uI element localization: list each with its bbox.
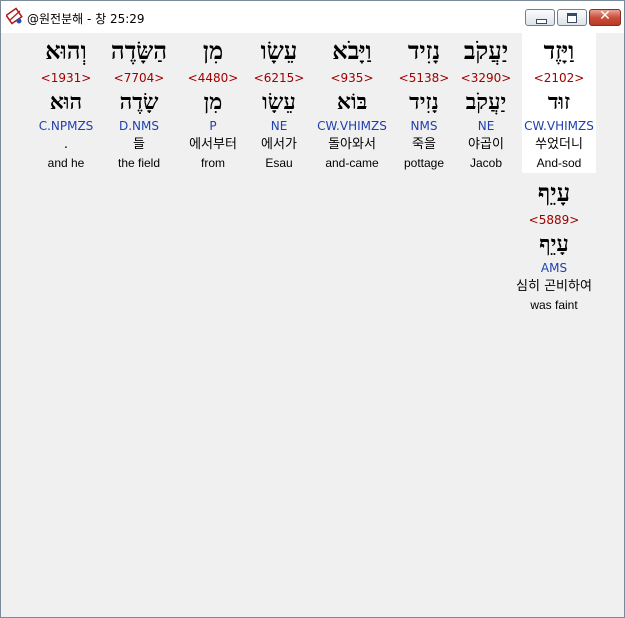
close-button[interactable]: ✕ (589, 8, 621, 26)
english-gloss: the field (117, 156, 161, 170)
strong-number[interactable]: <5889> (502, 211, 606, 229)
hebrew-lemma: בּוֹא (336, 89, 368, 115)
parsing-code: D.NMS (118, 119, 159, 133)
word-column[interactable]: נָזִיד <5138> נָזִיד NMS 죽을 pottage (387, 33, 461, 171)
window-title: @원전분해 - 창 25:29 (27, 12, 145, 26)
parsing-code: P (209, 119, 217, 133)
strong-number[interactable]: <935> (310, 69, 394, 87)
english-gloss: pottage (403, 156, 445, 170)
bible-app-icon (6, 7, 23, 25)
korean-gloss: 돌아와서 (328, 137, 376, 152)
hebrew-lemma: עֵשָׂו (262, 89, 296, 115)
minimize-button[interactable] (525, 9, 555, 26)
parsing-code: CW.VHIMZS (524, 119, 594, 133)
maximize-button[interactable] (557, 9, 587, 26)
korean-gloss: 에서가 (261, 137, 297, 152)
hebrew-lemma: שָׂדֶה (119, 89, 159, 115)
english-gloss: Esau (265, 156, 293, 170)
hebrew-lemma: מִן (203, 89, 223, 115)
parsing-code: NE (270, 119, 288, 133)
app-window: @원전분해 - 창 25:29 ✕ וַיָּזֶד <2102> זוּד C… (0, 0, 625, 618)
english-gloss: And-sod (536, 156, 582, 170)
hebrew-word: וַיָּבֹא (332, 36, 372, 65)
korean-gloss: 에서부터 (189, 137, 237, 152)
parsing-code: NMS (410, 119, 438, 133)
strong-number[interactable]: <4480> (175, 69, 251, 87)
title-bar[interactable]: @원전분해 - 창 25:29 ✕ (1, 1, 624, 33)
interlinear-pane: וַיָּזֶד <2102> זוּד CW.VHIMZS 쑤었더니 And-… (6, 33, 621, 611)
word-column[interactable]: מִן <4480> מִן P 에서부터 from (175, 33, 251, 171)
strong-number[interactable]: <1931> (30, 69, 102, 87)
word-column[interactable]: וְהוּא <1931> הוּא C.NPMZS . and he (30, 33, 102, 171)
hebrew-word: וַיָּזֶד (543, 36, 575, 65)
word-column[interactable]: עֵשָׂו <6215> עֵשָׂו NE 에서가 Esau (242, 33, 316, 171)
hebrew-word: עָיֵף (537, 178, 571, 207)
hebrew-lemma: עָיֵף (539, 231, 569, 257)
korean-gloss: 죽을 (412, 137, 436, 152)
hebrew-lemma: נָזִיד (409, 89, 439, 115)
korean-gloss: 쑤었더니 (535, 137, 583, 152)
hebrew-word: נָזִיד (407, 36, 441, 65)
strong-number[interactable]: <7704> (102, 69, 176, 87)
close-icon: ✕ (599, 8, 611, 24)
hebrew-word: עֵשָׂו (260, 36, 298, 65)
word-column[interactable]: עָיֵף <5889> עָיֵף AMS 심히 곤비하여 was faint (502, 175, 606, 313)
english-gloss: was faint (530, 298, 578, 312)
hebrew-lemma: הוּא (49, 89, 83, 115)
parsing-code: C.NPMZS (38, 119, 94, 133)
korean-gloss: 들 (133, 137, 145, 152)
korean-gloss: 심히 곤비하여 (516, 279, 592, 294)
hebrew-word: מִן (202, 36, 224, 65)
hebrew-word: וְהוּא (45, 36, 87, 65)
hebrew-word: הַשָּׂדֶה (110, 36, 168, 65)
word-column[interactable]: וַיָּבֹא <935> בּוֹא CW.VHIMZS 돌아와서 and-… (310, 33, 394, 171)
strong-number[interactable]: <5138> (387, 69, 461, 87)
strong-number[interactable]: <6215> (242, 69, 316, 87)
strong-number[interactable]: <2102> (522, 69, 596, 87)
english-gloss: and he (47, 156, 85, 170)
english-gloss: and-came (325, 156, 379, 170)
korean-gloss: . (63, 137, 69, 152)
hebrew-lemma: זוּד (547, 89, 571, 115)
english-gloss: from (201, 156, 225, 170)
word-column[interactable]: וַיָּזֶד <2102> זוּד CW.VHIMZS 쑤었더니 And-… (522, 33, 596, 173)
parsing-code: CW.VHIMZS (317, 119, 387, 133)
parsing-code: AMS (540, 261, 568, 275)
word-column[interactable]: הַשָּׂדֶה <7704> שָׂדֶה D.NMS 들 the fiel… (102, 33, 176, 171)
